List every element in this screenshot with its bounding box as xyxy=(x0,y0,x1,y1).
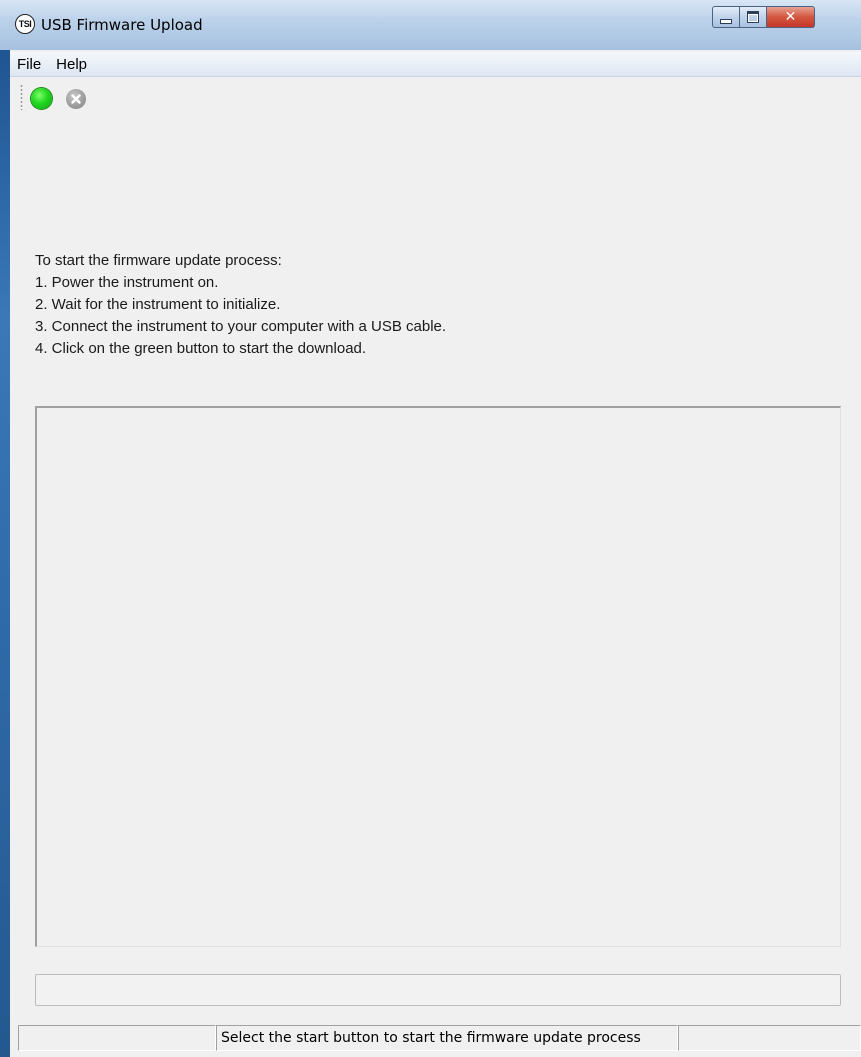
toolbar-grip[interactable] xyxy=(20,84,23,110)
title-bar[interactable]: TSI USB Firmware Upload ✕ xyxy=(0,0,861,50)
instruction-step: 4. Click on the green button to start th… xyxy=(35,340,367,357)
menu-file[interactable]: File xyxy=(10,56,49,73)
instructions-heading: To start the firmware update process: xyxy=(35,252,282,269)
minimize-icon xyxy=(720,18,732,24)
close-icon: ✕ xyxy=(784,9,797,25)
status-panel-right xyxy=(678,1025,861,1051)
progress-bar xyxy=(35,974,841,1006)
maximize-icon xyxy=(747,11,759,23)
instruction-step: 1. Power the instrument on. xyxy=(35,274,219,291)
minimize-button[interactable] xyxy=(712,6,740,28)
stop-button[interactable] xyxy=(66,89,86,109)
instruction-step: 3. Connect the instrument to your comput… xyxy=(35,318,447,335)
background-desktop-edge xyxy=(0,0,10,1057)
close-circle-icon xyxy=(71,94,81,104)
window-title: USB Firmware Upload xyxy=(41,16,203,34)
tsi-app-icon: TSI xyxy=(15,14,35,34)
log-output-area[interactable] xyxy=(35,406,841,947)
menu-help[interactable]: Help xyxy=(49,56,95,73)
instructions-text: To start the firmware update process: 1.… xyxy=(35,250,446,360)
firmware-upload-window: TSI USB Firmware Upload ✕ File Help To s… xyxy=(0,0,861,1057)
toolbar xyxy=(10,80,861,114)
status-bar: Select the start button to start the fir… xyxy=(10,1023,861,1053)
instruction-step: 2. Wait for the instrument to initialize… xyxy=(35,296,281,313)
status-panel-left xyxy=(18,1025,216,1051)
menu-bar: File Help xyxy=(10,52,861,77)
maximize-button[interactable] xyxy=(740,6,767,28)
close-button[interactable]: ✕ xyxy=(767,6,815,28)
start-download-button[interactable] xyxy=(31,88,52,109)
status-message: Select the start button to start the fir… xyxy=(216,1025,678,1051)
